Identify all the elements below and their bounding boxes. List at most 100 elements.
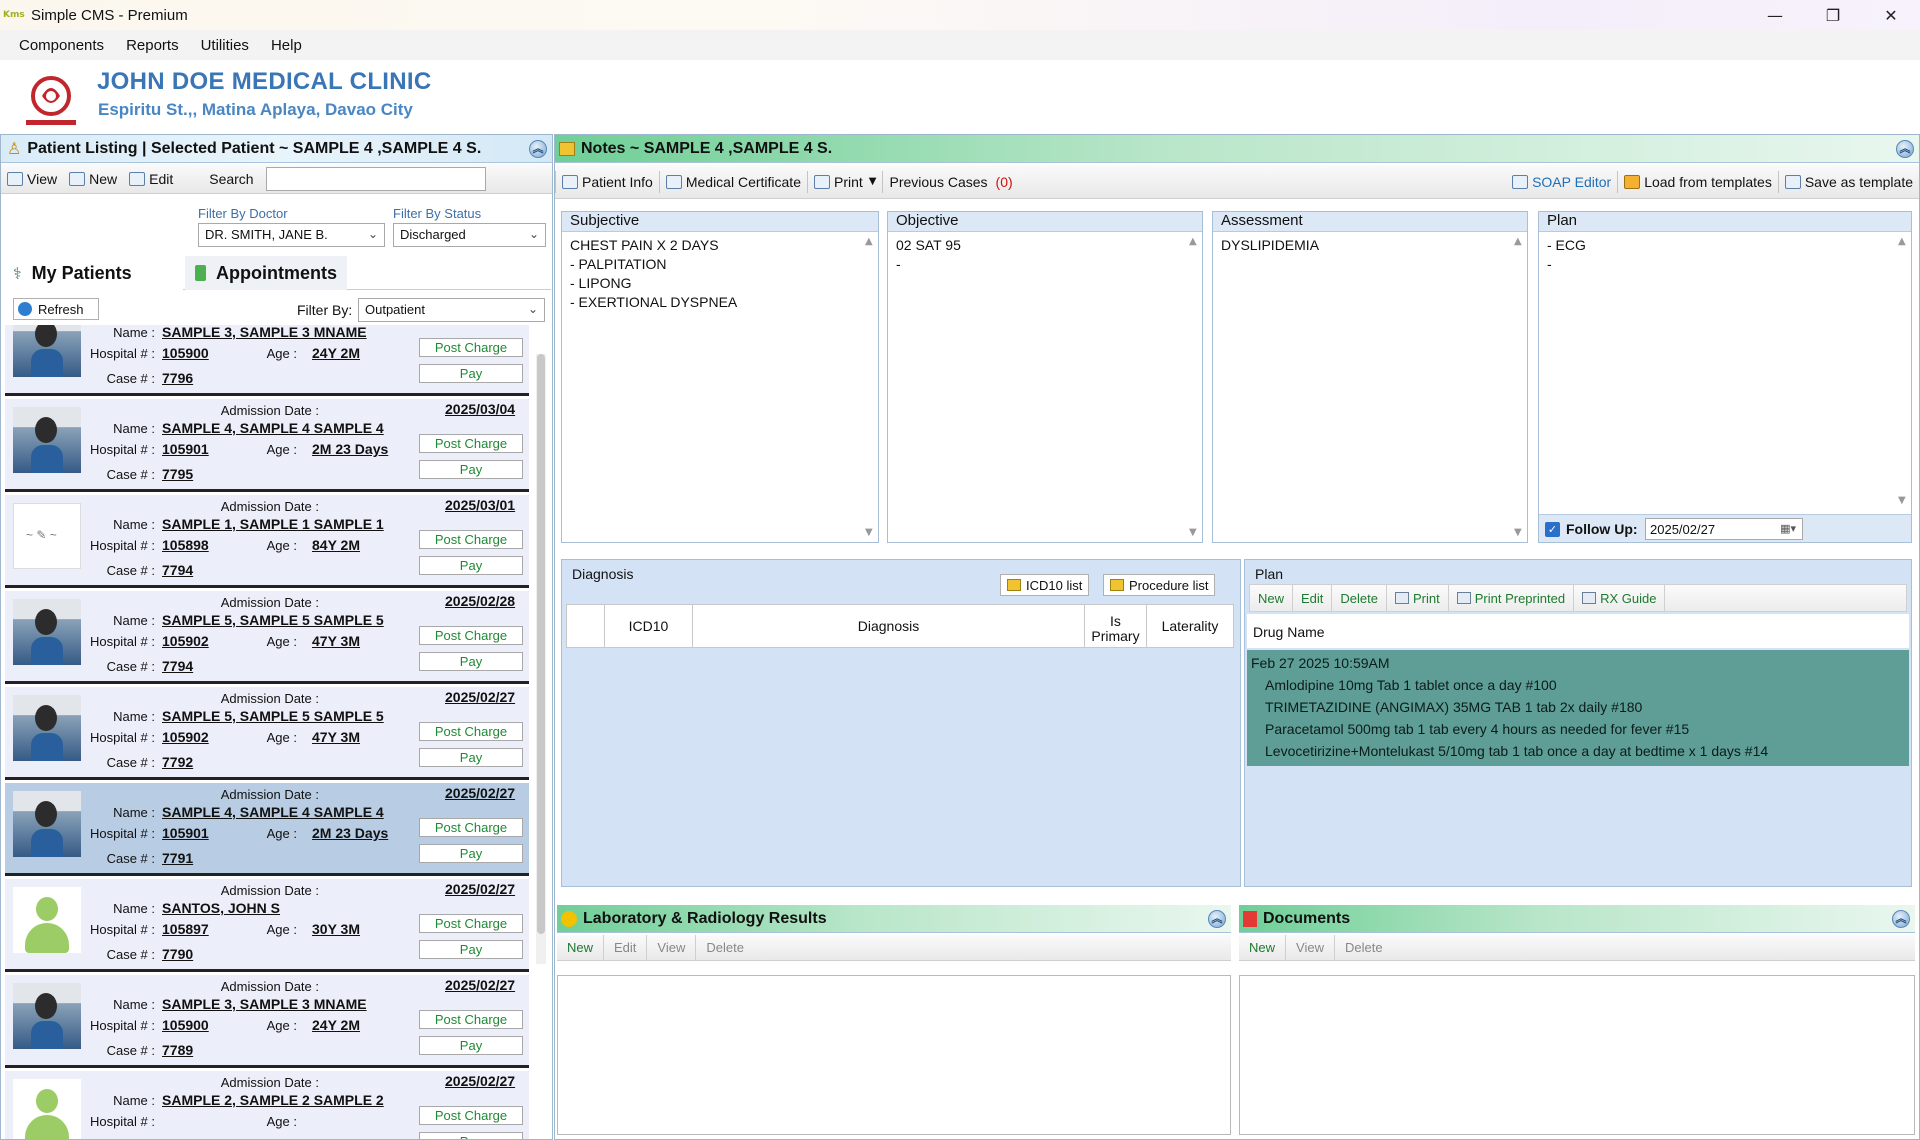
rx-print-button[interactable]: Print — [1387, 585, 1449, 611]
lab-edit-button[interactable]: Edit — [604, 935, 648, 960]
documents-list[interactable] — [1239, 975, 1915, 1135]
subjective-scrollbar[interactable]: ▲ ▼ — [863, 234, 877, 540]
procedure-list-button[interactable]: Procedure list — [1103, 574, 1216, 596]
assessment-box[interactable]: Assessment DYSLIPIDEMIA ▲ ▼ — [1212, 211, 1528, 543]
patient-name-link[interactable]: SAMPLE 3, SAMPLE 3 MNAME — [162, 996, 367, 1012]
case-number-value[interactable]: 7794 — [162, 658, 193, 674]
patient-card[interactable]: Admission Date :2025/03/06Name :SAMPLE 3… — [5, 325, 529, 396]
rx-edit-button[interactable]: Edit — [1293, 585, 1333, 611]
admission-date-value[interactable]: 2025/02/28 — [445, 593, 515, 609]
case-number-value[interactable]: 7790 — [162, 946, 193, 962]
drug-name-header[interactable]: Drug Name — [1247, 614, 1909, 648]
admission-date-value[interactable]: 2025/02/27 — [445, 785, 515, 801]
menu-utilities[interactable]: Utilities — [190, 37, 260, 54]
plan-text[interactable]: - ECG - — [1539, 232, 1911, 512]
new-patient-button[interactable]: New — [63, 164, 123, 193]
patient-name-link[interactable]: SAMPLE 4, SAMPLE 4 SAMPLE 4 — [162, 804, 384, 820]
documents-new-button[interactable]: New — [1239, 935, 1287, 960]
post-charge-button[interactable]: Post Charge — [419, 1010, 523, 1029]
collapse-icon[interactable]: ︽ — [1896, 140, 1914, 158]
grid-col-icd10[interactable]: ICD10 — [605, 605, 693, 647]
admission-date-value[interactable]: 2025/02/27 — [445, 881, 515, 897]
patient-card[interactable]: Admission Date : 2025/02/27 Name : SANTOS, … — [5, 879, 529, 972]
patient-name-link[interactable]: SAMPLE 5, SAMPLE 5 SAMPLE 5 — [162, 708, 384, 724]
menu-reports[interactable]: Reports — [115, 37, 190, 54]
post-charge-button[interactable]: Post Charge — [419, 338, 523, 357]
patient-name-link[interactable]: SANTOS, JOHN S — [162, 900, 280, 916]
post-charge-button[interactable]: Post Charge — [419, 626, 523, 645]
post-charge-button[interactable]: Post Charge — [419, 434, 523, 453]
pay-button[interactable]: Pay — [419, 844, 523, 863]
menu-components[interactable]: Components — [8, 37, 115, 54]
pay-button[interactable]: Pay — [419, 940, 523, 959]
rx-entry[interactable]: Feb 27 2025 10:59AM Amlodipine 10mg Tab … — [1247, 650, 1909, 766]
hospital-number-value[interactable]: 105901 — [162, 825, 209, 841]
previous-cases-button[interactable]: Previous Cases (0) — [883, 165, 1018, 198]
hospital-number-value[interactable]: 105902 — [162, 633, 209, 649]
hospital-number-value[interactable]: 105897 — [162, 921, 209, 937]
search-input[interactable] — [265, 166, 486, 191]
filter-by-select[interactable]: Outpatient ⌄ — [358, 298, 545, 322]
lab-new-button[interactable]: New — [557, 935, 605, 960]
pay-button[interactable]: Pay — [419, 748, 523, 767]
hospital-number-value[interactable]: 105901 — [162, 441, 209, 457]
medical-certificate-button[interactable]: Medical Certificate — [660, 165, 807, 198]
filter-status-select[interactable]: Discharged ⌄ — [393, 223, 546, 247]
hospital-number-value[interactable]: 105902 — [162, 729, 209, 745]
case-number-value[interactable]: 7792 — [162, 754, 193, 770]
patient-info-button[interactable]: Patient Info — [556, 165, 659, 198]
pay-button[interactable]: Pay — [419, 556, 523, 575]
objective-text[interactable]: 02 SAT 95 - — [888, 232, 1202, 278]
patient-card[interactable]: Admission Date : 2025/03/01 Name : SAMPLE 1… — [5, 495, 529, 588]
subjective-box[interactable]: Subjective CHEST PAIN X 2 DAYS - PALPITAT… — [561, 211, 879, 543]
case-number-value[interactable]: 7796 — [162, 370, 193, 386]
minimize-button[interactable]: — — [1746, 0, 1804, 30]
hospital-number-value[interactable]: 105900 — [162, 345, 209, 361]
collapse-icon[interactable]: ︽ — [529, 140, 547, 158]
lab-view-button[interactable]: View — [647, 935, 697, 960]
grid-col-is-primary[interactable]: Is Primary — [1085, 605, 1147, 647]
rx-delete-button[interactable]: Delete — [1332, 585, 1387, 611]
rx-guide-button[interactable]: RX Guide — [1574, 585, 1666, 611]
patient-name-link[interactable]: SAMPLE 4, SAMPLE 4 SAMPLE 4 — [162, 420, 384, 436]
plan-box[interactable]: Plan - ECG - ▲ ▼ ✓ Follow Up: 2025/02/27 ▦… — [1538, 211, 1912, 543]
objective-box[interactable]: Objective 02 SAT 95 - ▲ ▼ — [887, 211, 1203, 543]
tab-appointments[interactable]: Appointments — [185, 256, 347, 290]
follow-up-date-picker[interactable]: 2025/02/27 ▦▾ — [1645, 518, 1803, 540]
collapse-icon[interactable]: ︽ — [1208, 910, 1226, 928]
load-templates-button[interactable]: Load from templates — [1618, 165, 1778, 198]
view-button[interactable]: View — [1, 164, 63, 193]
rx-empty-area[interactable] — [1247, 766, 1909, 882]
rx-new-button[interactable]: New — [1250, 585, 1294, 611]
menu-help[interactable]: Help — [260, 37, 313, 54]
rx-print-preprinted-button[interactable]: Print Preprinted — [1449, 585, 1575, 611]
post-charge-button[interactable]: Post Charge — [419, 530, 523, 549]
follow-up-checkbox[interactable]: ✓ — [1545, 522, 1560, 537]
admission-date-value[interactable]: 2025/02/27 — [445, 977, 515, 993]
post-charge-button[interactable]: Post Charge — [419, 818, 523, 837]
assessment-scrollbar[interactable]: ▲ ▼ — [1512, 234, 1526, 540]
pay-button[interactable]: Pay — [419, 364, 523, 383]
hospital-number-value[interactable]: 105900 — [162, 1017, 209, 1033]
lab-delete-button[interactable]: Delete — [696, 935, 754, 960]
hospital-number-value[interactable]: 105898 — [162, 537, 209, 553]
post-charge-button[interactable]: Post Charge — [419, 914, 523, 933]
filter-doctor-select[interactable]: DR. SMITH, JANE B. ⌄ — [198, 223, 385, 247]
patient-card[interactable]: Admission Date : 2025/02/27 Name : SAMPLE 3… — [5, 975, 529, 1068]
pay-button[interactable]: Pay — [419, 1036, 523, 1055]
documents-delete-button[interactable]: Delete — [1335, 935, 1393, 960]
case-number-value[interactable]: 7789 — [162, 1042, 193, 1058]
patient-card[interactable]: Admission Date : 2025/02/27 Name : SAMPLE 4… — [5, 783, 529, 876]
lab-results-list[interactable] — [557, 975, 1231, 1135]
admission-date-value[interactable]: 2025/03/04 — [445, 401, 515, 417]
grid-col-laterality[interactable]: Laterality — [1147, 605, 1233, 647]
patient-card[interactable]: Admission Date : 2025/02/27 Name : SAMPLE 2… — [5, 1071, 529, 1139]
case-number-value[interactable]: 7794 — [162, 562, 193, 578]
post-charge-button[interactable]: Post Charge — [419, 1106, 523, 1125]
save-template-button[interactable]: Save as template — [1779, 165, 1919, 198]
pay-button[interactable]: Pay — [419, 652, 523, 671]
documents-view-button[interactable]: View — [1286, 935, 1335, 960]
patient-list-scrollbar[interactable] — [536, 354, 546, 964]
soap-editor-button[interactable]: SOAP Editor — [1506, 165, 1617, 198]
patient-card[interactable]: Admission Date : 2025/03/04 Name : SAMPLE 4… — [5, 399, 529, 492]
